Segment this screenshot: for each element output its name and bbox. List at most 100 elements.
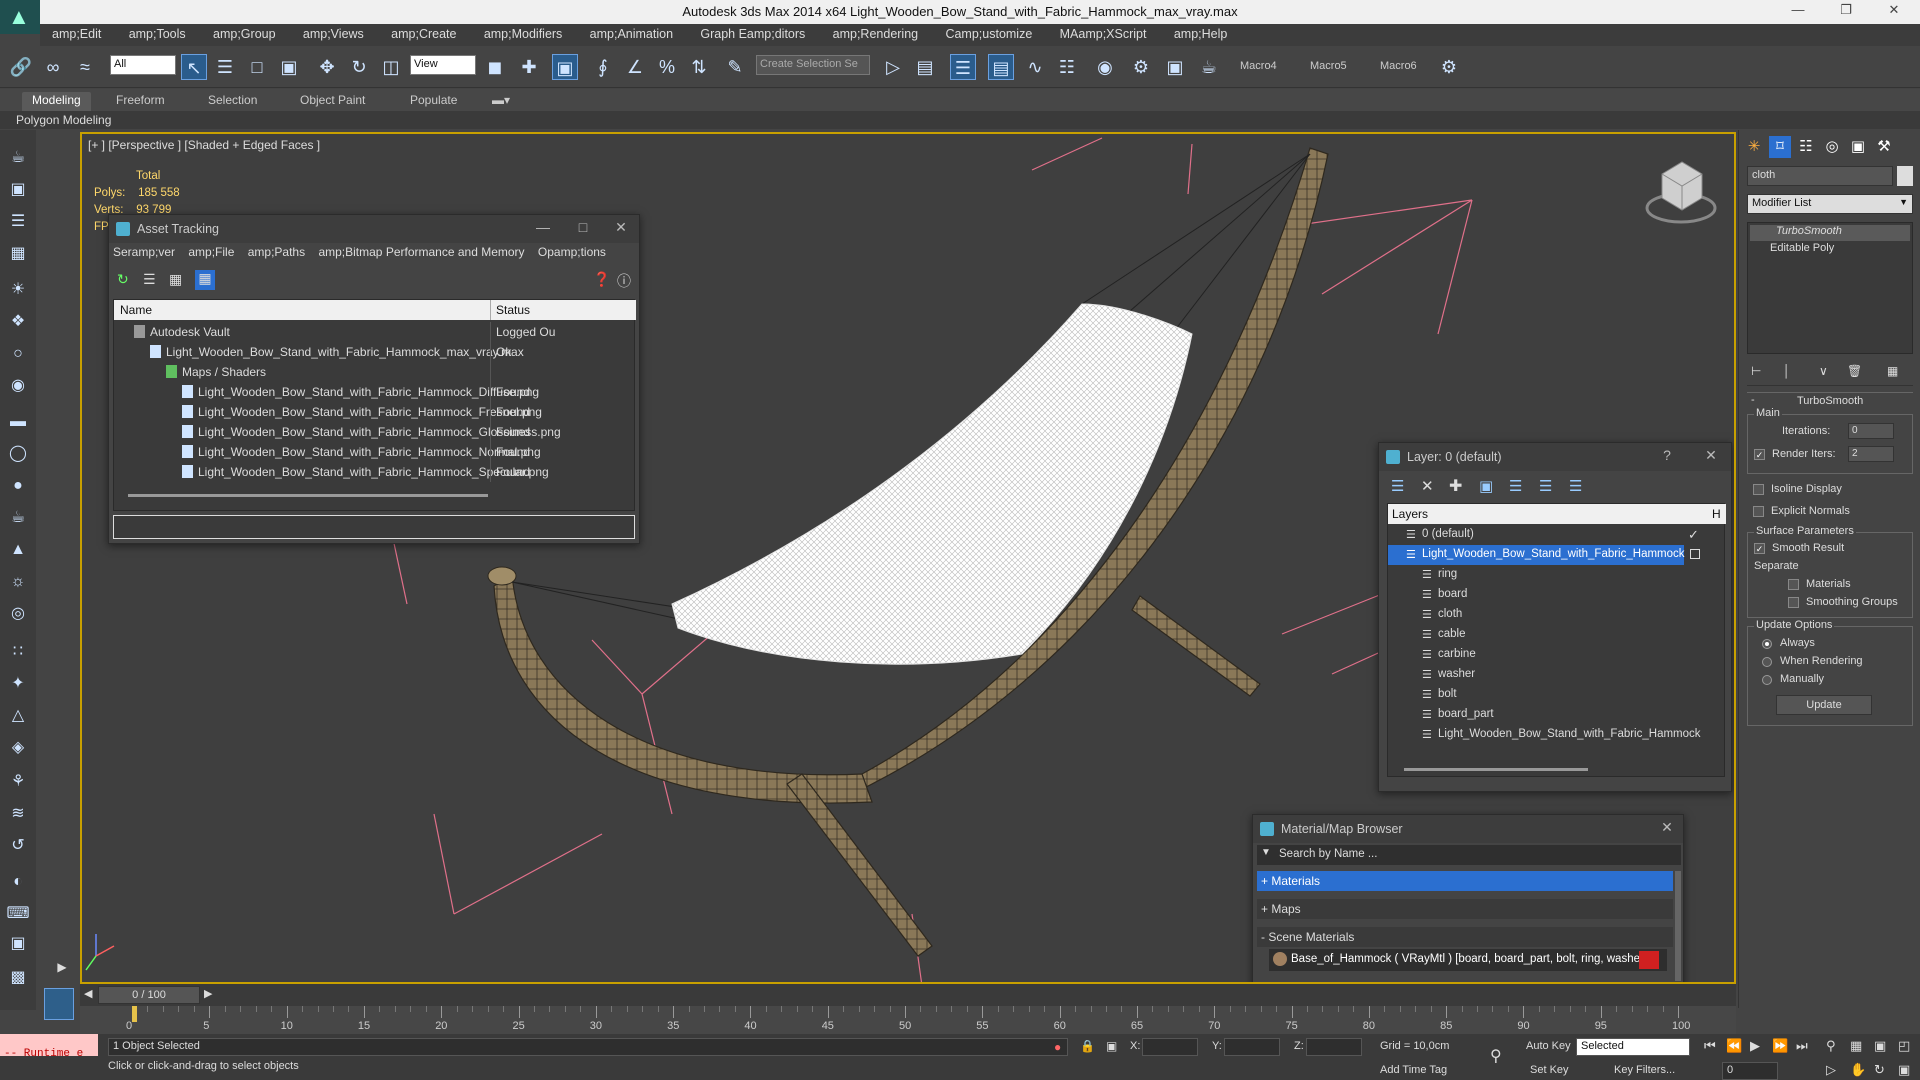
h-scrollbar[interactable] bbox=[128, 494, 488, 497]
highlight-layer-icon[interactable]: ☰ bbox=[1509, 477, 1522, 495]
add-selection-icon[interactable]: ✚ bbox=[1449, 476, 1462, 496]
bind-space-warp-icon[interactable]: ≈ bbox=[72, 54, 98, 80]
list-view-icon[interactable]: ☰ bbox=[143, 271, 156, 288]
set-current-box[interactable] bbox=[1690, 549, 1700, 559]
edit-named-sets-icon[interactable]: ✎ bbox=[722, 54, 748, 80]
scene-materials-section[interactable]: - Scene Materials bbox=[1257, 927, 1673, 947]
camera-icon[interactable]: ◉ bbox=[6, 374, 30, 398]
menu-modifiers[interactable]: amp;Modifiers bbox=[472, 24, 575, 46]
material-browser-titlebar[interactable]: Material/Map Browser ✕ bbox=[1253, 815, 1683, 843]
y-field[interactable] bbox=[1224, 1038, 1280, 1056]
macro5-button[interactable]: Macro5 bbox=[1310, 60, 1347, 72]
absolute-mode-icon[interactable]: ▣ bbox=[1106, 1039, 1117, 1053]
menu-create[interactable]: amp;Create bbox=[379, 24, 468, 46]
turbosmooth-rollout-header[interactable]: - TurboSmooth bbox=[1747, 392, 1913, 408]
palette-icon[interactable]: ▣ bbox=[6, 932, 30, 956]
render-iters-checkbox[interactable]: ✓ bbox=[1754, 449, 1765, 460]
layer-titlebar[interactable]: Layer: 0 (default) ? ✕ bbox=[1379, 443, 1731, 471]
refresh-icon[interactable]: ↻ bbox=[117, 271, 129, 288]
hide-all-icon[interactable]: ☰ bbox=[1539, 477, 1552, 495]
layer-row[interactable]: ☰ cable bbox=[1388, 625, 1726, 645]
menu-rendering[interactable]: amp;Rendering bbox=[821, 24, 930, 46]
viewcube-icon[interactable] bbox=[1645, 161, 1717, 224]
shape-icon[interactable]: ○ bbox=[6, 342, 30, 366]
asset-row[interactable]: Light_Wooden_Bow_Stand_with_Fabric_Hammo… bbox=[114, 382, 636, 402]
hair-icon[interactable]: ≋ bbox=[6, 802, 30, 826]
macro4-button[interactable]: Macro4 bbox=[1240, 60, 1277, 72]
spinner-snap-icon[interactable]: ⇅ bbox=[686, 54, 712, 80]
maximize-viewport-icon[interactable]: ◰ bbox=[1898, 1038, 1910, 1054]
menu-group[interactable]: amp;Group bbox=[201, 24, 288, 46]
layer-row[interactable]: ☰ board_part bbox=[1388, 705, 1726, 725]
render-iters-spinner[interactable]: 2 bbox=[1848, 446, 1894, 462]
rotate-icon[interactable]: ↻ bbox=[346, 54, 372, 80]
menu-customize[interactable]: Camp;ustomize bbox=[933, 24, 1044, 46]
hierarchy-tab-icon[interactable]: ☷ bbox=[1795, 136, 1817, 158]
grid-icon[interactable]: ▦ bbox=[6, 242, 30, 266]
pyramid-icon[interactable]: △ bbox=[6, 704, 30, 728]
close-icon[interactable]: ✕ bbox=[611, 219, 631, 239]
next-frame-icon[interactable]: ▶ bbox=[204, 987, 212, 1000]
z-field[interactable] bbox=[1306, 1038, 1362, 1056]
materials-checkbox[interactable] bbox=[1788, 579, 1799, 590]
material-search[interactable]: ▼ Search by Name ... bbox=[1257, 845, 1681, 865]
close-icon[interactable]: ✕ bbox=[1701, 447, 1721, 467]
minimize-button[interactable]: — bbox=[1778, 2, 1818, 22]
new-layer-icon[interactable]: ☰ bbox=[1391, 477, 1404, 495]
utilities-tab-icon[interactable]: ⚒ bbox=[1873, 136, 1895, 158]
scale-icon[interactable]: ◫ bbox=[378, 54, 404, 80]
lock-icon[interactable]: 🔒 bbox=[1080, 1039, 1095, 1053]
search-input[interactable]: Search by Name ... bbox=[1279, 848, 1377, 860]
hemisphere-icon[interactable]: ◯ bbox=[6, 442, 30, 466]
active-layer-check-icon[interactable]: ✓ bbox=[1688, 527, 1699, 543]
prev-frame-icon[interactable]: ◀ bbox=[84, 987, 92, 1000]
snap-3d-icon[interactable]: ∮ bbox=[590, 54, 616, 80]
freeze-all-icon[interactable]: ☰ bbox=[1569, 477, 1582, 495]
isoline-checkbox[interactable] bbox=[1753, 484, 1764, 495]
min-max-toggle-icon[interactable]: ▣ bbox=[1898, 1062, 1910, 1078]
layer-row[interactable]: ☰ washer bbox=[1388, 665, 1726, 685]
asset-row[interactable]: Light_Wooden_Bow_Stand_with_Fabric_Hammo… bbox=[114, 462, 636, 482]
layer-row[interactable]: ☰ carbine bbox=[1388, 645, 1726, 665]
zoom-icon[interactable]: ⚲ bbox=[1826, 1038, 1836, 1054]
layers-col[interactable]: Layers bbox=[1392, 507, 1428, 521]
object-name-field[interactable]: cloth bbox=[1747, 166, 1893, 186]
material-editor-icon[interactable]: ◉ bbox=[1092, 54, 1118, 80]
move-icon[interactable]: ✥ bbox=[314, 54, 340, 80]
stack-item-turbosmooth[interactable]: TurboSmooth bbox=[1750, 225, 1910, 241]
selection-filter-select[interactable]: All bbox=[110, 55, 176, 75]
unlink-icon[interactable]: ∞ bbox=[40, 54, 66, 80]
dropdown-arrow-icon[interactable]: ▼ bbox=[1261, 847, 1271, 858]
tab-selection[interactable]: Selection bbox=[198, 92, 267, 111]
play-icon[interactable]: ▶ bbox=[1750, 1038, 1760, 1054]
plane-icon[interactable]: ▬ bbox=[6, 410, 30, 434]
select-object-icon[interactable]: ↖ bbox=[181, 54, 207, 80]
render-setup-icon[interactable]: ⚙ bbox=[1128, 54, 1154, 80]
motion-tab-icon[interactable]: ◎ bbox=[1821, 136, 1843, 158]
menu-maxscript[interactable]: MAamp;XScript bbox=[1048, 24, 1159, 46]
asset-menu-options[interactable]: Opamp;tions bbox=[538, 245, 606, 259]
mirror-icon[interactable]: ▷ bbox=[880, 54, 906, 80]
when-rendering-radio[interactable] bbox=[1762, 657, 1772, 667]
perspective-viewport[interactable]: [+ ] [Perspective ] [Shaded + Edged Face… bbox=[80, 132, 1736, 984]
modifier-list-select[interactable]: Modifier List ▼ bbox=[1747, 194, 1913, 214]
asset-row[interactable]: Light_Wooden_Bow_Stand_with_Fabric_Hammo… bbox=[114, 422, 636, 442]
asset-path-field[interactable] bbox=[113, 515, 635, 539]
selection-set-select[interactable]: Create Selection Se bbox=[756, 55, 870, 75]
app-logo[interactable]: ▲ bbox=[0, 0, 40, 34]
pivot-icon[interactable]: ◼ bbox=[482, 54, 508, 80]
expand-icon[interactable]: ▶ bbox=[52, 960, 72, 980]
make-unique-icon[interactable]: ∨ bbox=[1819, 364, 1828, 378]
add-time-tag-button[interactable]: Add Time Tag bbox=[1380, 1064, 1447, 1076]
key-icon[interactable]: ⚲ bbox=[1490, 1046, 1502, 1066]
configure-sets-icon[interactable]: ▦ bbox=[1887, 364, 1898, 378]
macro6-button[interactable]: Macro6 bbox=[1380, 60, 1417, 72]
layer-row[interactable]: ☰ ring bbox=[1388, 565, 1726, 585]
help-icon[interactable]: ❓ bbox=[593, 271, 610, 288]
close-button[interactable]: ✕ bbox=[1874, 2, 1914, 22]
current-frame-field[interactable]: 0 bbox=[1722, 1062, 1778, 1080]
sun-icon[interactable]: ☼ bbox=[6, 570, 30, 594]
menu-help[interactable]: amp;Help bbox=[1162, 24, 1240, 46]
maxscript-listener[interactable]: -- Runtime e bbox=[0, 1034, 98, 1060]
menu-tools[interactable]: amp;Tools bbox=[117, 24, 198, 46]
